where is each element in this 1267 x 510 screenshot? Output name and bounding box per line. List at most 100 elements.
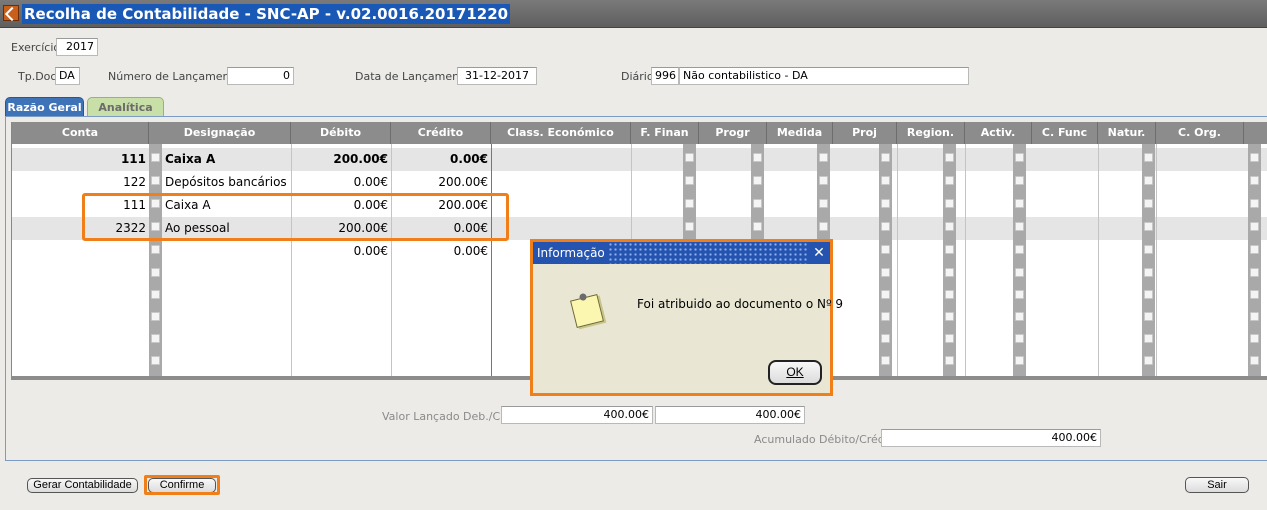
dialog-title-bar[interactable]: Informação ✕ [533, 242, 830, 264]
row-checkbox[interactable] [819, 153, 828, 162]
cell-debito[interactable]: 0.00€ [291, 240, 391, 263]
row-checkbox[interactable] [685, 153, 694, 162]
row-checkbox[interactable] [1250, 334, 1259, 343]
row-checkbox[interactable] [881, 199, 890, 208]
row-checkbox[interactable] [881, 334, 890, 343]
row-checkbox[interactable] [1015, 290, 1024, 299]
row-checkbox[interactable] [1250, 268, 1259, 277]
ok-button[interactable]: OK [768, 360, 822, 385]
cell-debito[interactable]: 0.00€ [291, 171, 391, 194]
row-checkbox[interactable] [1250, 356, 1259, 365]
cell-designacao[interactable]: Depósitos bancários a [162, 171, 291, 194]
col-credito[interactable]: Crédito [391, 122, 491, 144]
row-checkbox[interactable] [881, 290, 890, 299]
row-checkbox[interactable] [881, 153, 890, 162]
sair-button[interactable]: Sair [1185, 477, 1249, 493]
row-checkbox[interactable] [1144, 176, 1153, 185]
row-checkbox[interactable] [753, 222, 762, 231]
data-lancamento-field[interactable]: 31-12-2017 [457, 67, 537, 85]
row-checkbox[interactable] [1250, 222, 1259, 231]
row-checkbox[interactable] [1144, 312, 1153, 321]
row-checkbox[interactable] [1250, 199, 1259, 208]
cell-designacao[interactable]: Caixa A [162, 148, 291, 171]
row-checkbox[interactable] [1144, 199, 1153, 208]
row-checkbox[interactable] [685, 199, 694, 208]
gerar-contabilidade-button[interactable]: Gerar Contabilidade [27, 478, 138, 493]
row-checkbox[interactable] [945, 176, 954, 185]
row-checkbox[interactable] [945, 245, 954, 254]
col-c-org[interactable]: C. Org. [1156, 122, 1244, 144]
row-checkbox[interactable] [945, 312, 954, 321]
exercicio-field[interactable]: 2017 [56, 38, 98, 56]
row-checkbox[interactable] [1144, 268, 1153, 277]
col-f-finan[interactable]: F. Finan [631, 122, 699, 144]
tab-razao-geral[interactable]: Razão Geral [5, 97, 84, 117]
col-activ[interactable]: Activ. [965, 122, 1032, 144]
row-checkbox[interactable] [819, 222, 828, 231]
row-checkbox[interactable] [1144, 245, 1153, 254]
row-checkbox[interactable] [819, 199, 828, 208]
cell-credito[interactable]: 0.00€ [391, 240, 491, 263]
row-checkbox[interactable] [151, 153, 160, 162]
row-checkbox[interactable] [881, 356, 890, 365]
col-medida[interactable]: Medida [767, 122, 833, 144]
row-checkbox[interactable] [1144, 153, 1153, 162]
row-checkbox[interactable] [1015, 268, 1024, 277]
row-checkbox[interactable] [945, 290, 954, 299]
row-checkbox[interactable] [1144, 290, 1153, 299]
row-checkbox[interactable] [685, 176, 694, 185]
row-checkbox[interactable] [1015, 176, 1024, 185]
row-checkbox[interactable] [1015, 334, 1024, 343]
cell-conta[interactable]: 111 [12, 148, 149, 171]
row-checkbox[interactable] [819, 176, 828, 185]
table-row[interactable]: 122 Depósitos bancários a 0.00€ 200.00€ [12, 171, 1267, 194]
table-row[interactable]: 111 Caixa A 200.00€ 0.00€ [12, 148, 1267, 171]
row-checkbox[interactable] [1015, 245, 1024, 254]
row-checkbox[interactable] [945, 222, 954, 231]
row-checkbox[interactable] [1015, 356, 1024, 365]
cell-credito[interactable]: 200.00€ [391, 171, 491, 194]
col-region[interactable]: Region. [897, 122, 965, 144]
row-checkbox[interactable] [753, 176, 762, 185]
diario-code-field[interactable]: 996 [651, 67, 679, 85]
numero-lancamento-field[interactable]: 0 [227, 67, 294, 85]
row-checkbox[interactable] [151, 334, 160, 343]
cell-debito[interactable]: 200.00€ [291, 148, 391, 171]
row-checkbox[interactable] [1250, 153, 1259, 162]
row-checkbox[interactable] [1015, 153, 1024, 162]
row-checkbox[interactable] [1250, 245, 1259, 254]
row-checkbox[interactable] [1015, 199, 1024, 208]
cell-conta[interactable]: 122 [12, 171, 149, 194]
row-checkbox[interactable] [881, 176, 890, 185]
row-checkbox[interactable] [151, 290, 160, 299]
col-natur[interactable]: Natur. [1098, 122, 1156, 144]
cell-conta[interactable] [12, 240, 149, 263]
col-designacao[interactable]: Designação [149, 122, 291, 144]
close-icon[interactable]: ✕ [808, 242, 830, 264]
cell-designacao[interactable] [162, 240, 291, 263]
col-proj[interactable]: Proj [833, 122, 897, 144]
row-checkbox[interactable] [753, 153, 762, 162]
row-checkbox[interactable] [945, 199, 954, 208]
row-checkbox[interactable] [881, 268, 890, 277]
row-checkbox[interactable] [151, 268, 160, 277]
row-checkbox[interactable] [1250, 312, 1259, 321]
col-class-economico[interactable]: Class. Económico [491, 122, 631, 144]
row-checkbox[interactable] [1015, 312, 1024, 321]
row-checkbox[interactable] [881, 222, 890, 231]
row-checkbox[interactable] [1015, 222, 1024, 231]
row-checkbox[interactable] [945, 268, 954, 277]
row-checkbox[interactable] [945, 153, 954, 162]
col-c-func[interactable]: C. Func [1032, 122, 1098, 144]
row-checkbox[interactable] [1250, 290, 1259, 299]
col-debito[interactable]: Débito [291, 122, 391, 144]
row-checkbox[interactable] [945, 334, 954, 343]
cell-credito[interactable]: 0.00€ [391, 148, 491, 171]
row-checkbox[interactable] [151, 245, 160, 254]
row-checkbox[interactable] [1144, 356, 1153, 365]
row-checkbox[interactable] [1250, 176, 1259, 185]
row-checkbox[interactable] [1144, 222, 1153, 231]
row-checkbox[interactable] [881, 312, 890, 321]
row-checkbox[interactable] [151, 312, 160, 321]
row-checkbox[interactable] [151, 356, 160, 365]
